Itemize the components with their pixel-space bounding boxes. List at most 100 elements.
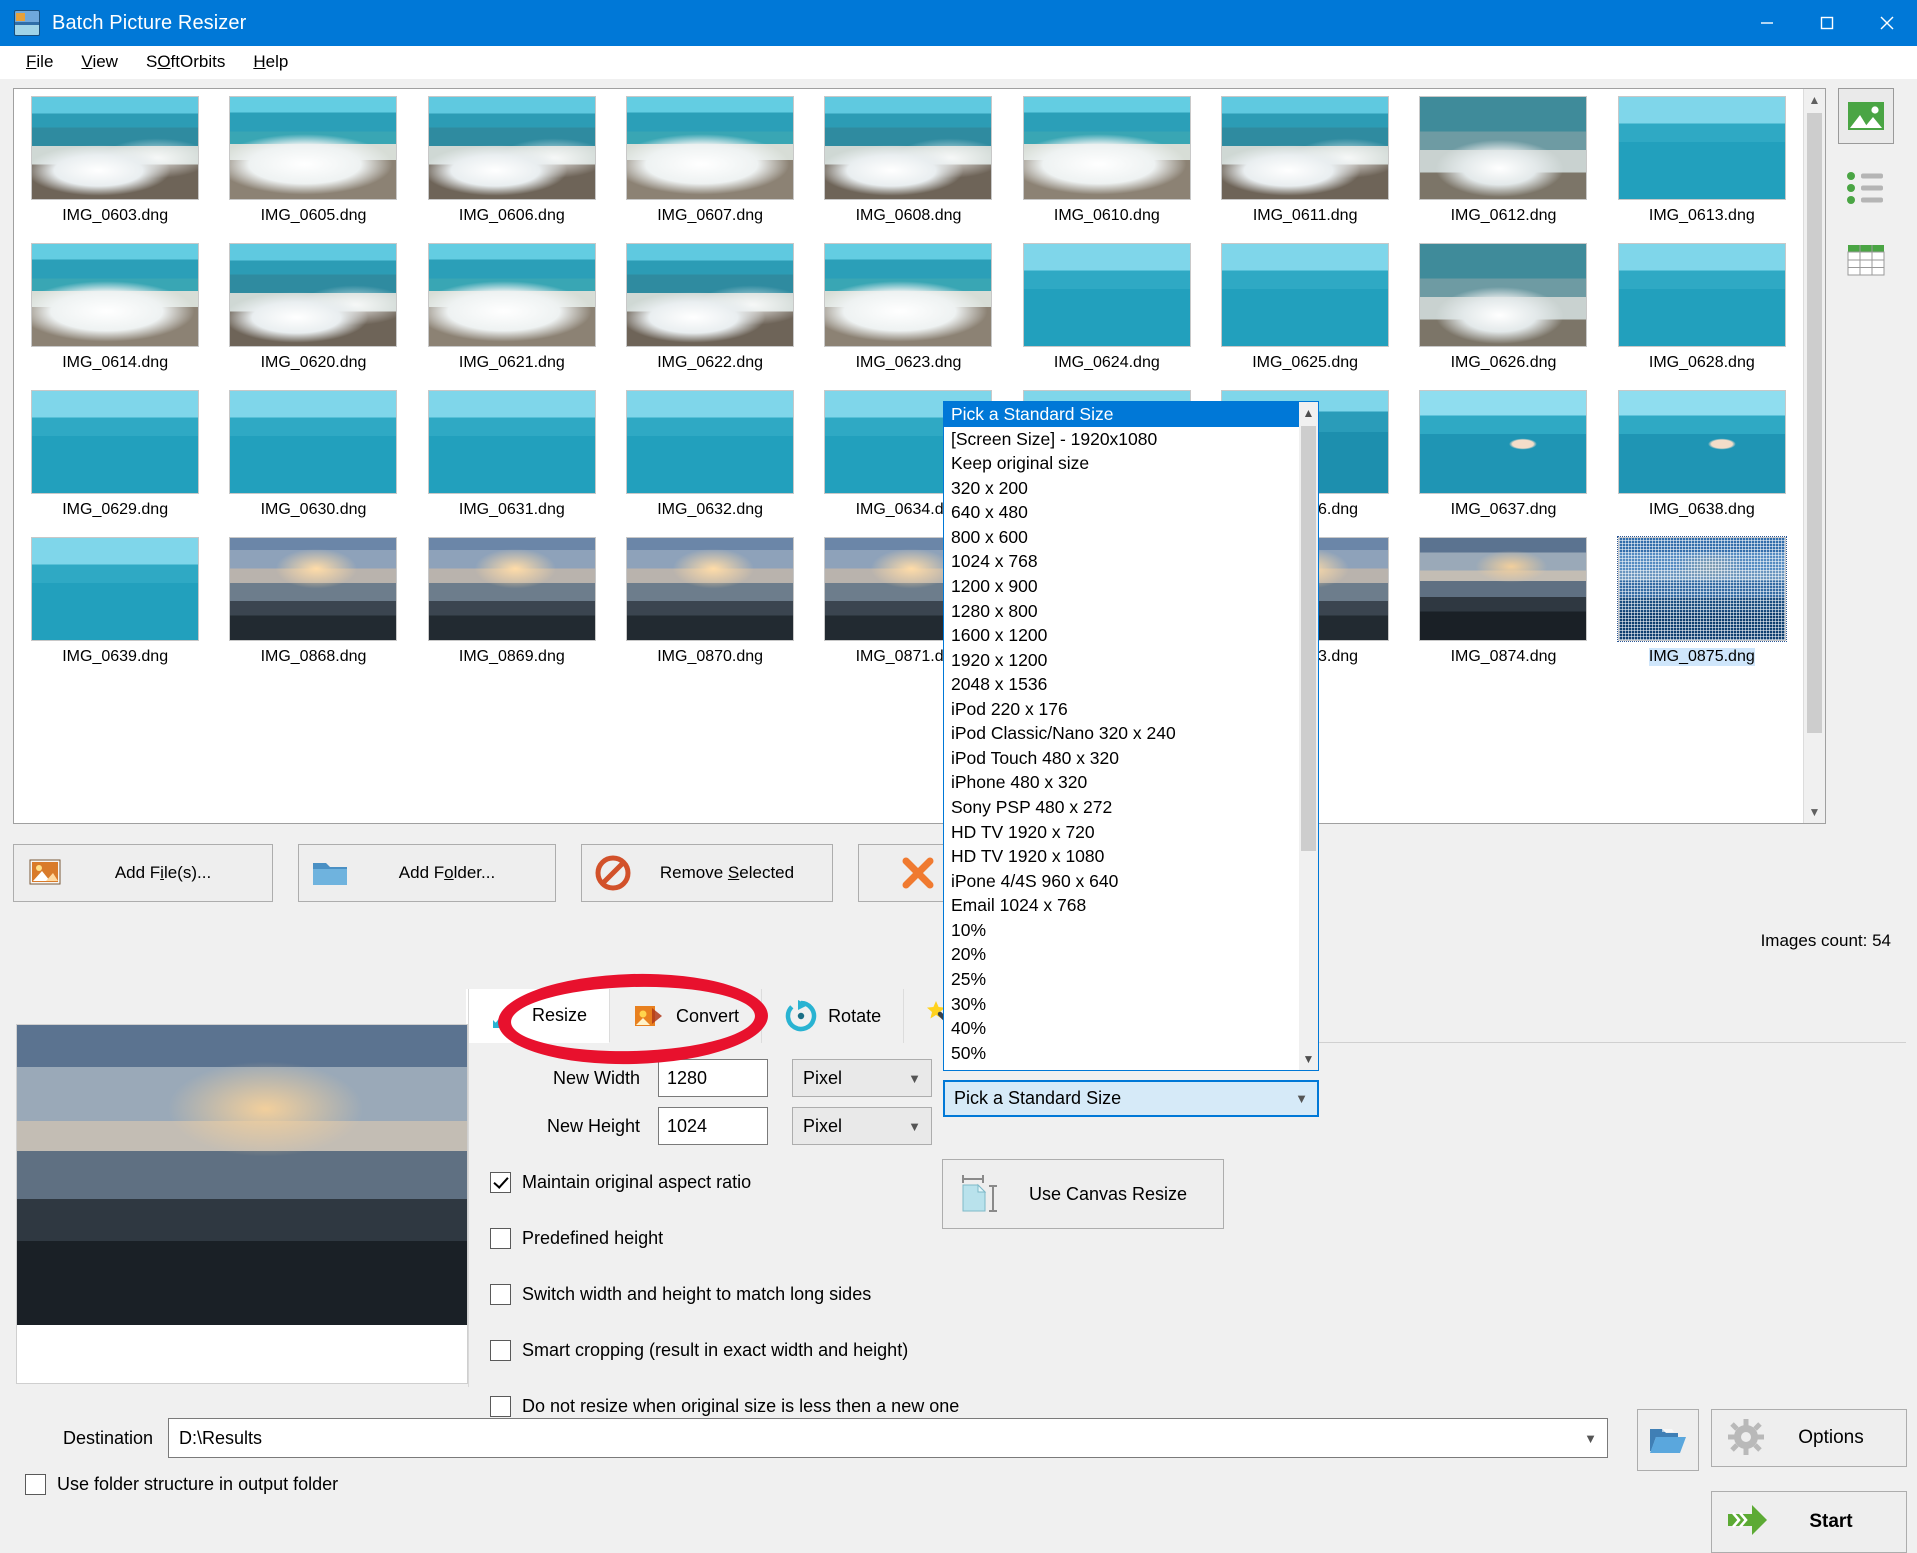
dropdown-option[interactable]: 25%	[944, 967, 1299, 992]
thumbnail-image[interactable]	[31, 96, 200, 200]
scroll-up-icon[interactable]: ▲	[1299, 402, 1318, 424]
thumbnail-item[interactable]: IMG_0625.dng	[1206, 238, 1404, 385]
thumbnail-item[interactable]: IMG_0607.dng	[611, 91, 809, 238]
thumbnail-image[interactable]	[1617, 390, 1786, 494]
maximize-button[interactable]	[1797, 0, 1857, 46]
thumbnail-item[interactable]: IMG_0614.dng	[16, 238, 214, 385]
thumbnail-item[interactable]: IMG_0622.dng	[611, 238, 809, 385]
thumbnail-image[interactable]	[229, 537, 398, 641]
new-height-unit-select[interactable]: Pixel ▼	[792, 1107, 932, 1145]
thumbnail-item[interactable]: IMG_0868.dng	[214, 532, 412, 679]
dropdown-option[interactable]: 10%	[944, 918, 1299, 943]
checkbox-switch-width-height[interactable]: Switch width and height to match long si…	[490, 1270, 1290, 1318]
menu-item-help[interactable]: Help	[239, 49, 302, 75]
thumbnail-image[interactable]	[427, 537, 596, 641]
thumbnail-item[interactable]: IMG_0638.dng	[1603, 385, 1801, 532]
dropdown-option[interactable]: iPhone 480 x 320	[944, 770, 1299, 795]
menu-item-view[interactable]: View	[67, 49, 132, 75]
thumbnail-image[interactable]	[31, 243, 200, 347]
dropdown-option[interactable]: iPone 4/4S 960 x 640	[944, 869, 1299, 894]
thumbnail-image[interactable]	[626, 96, 795, 200]
checkbox-box[interactable]	[490, 1227, 511, 1249]
thumbnail-image[interactable]	[427, 243, 596, 347]
thumbnail-item[interactable]: IMG_0869.dng	[413, 532, 611, 679]
thumbnail-image[interactable]	[626, 537, 795, 641]
thumbnail-image[interactable]	[1617, 243, 1786, 347]
thumbnail-image[interactable]	[1419, 243, 1588, 347]
menu-item-softorbits[interactable]: SOftOrbits	[132, 49, 239, 75]
thumbnail-item[interactable]: IMG_0875.dng	[1603, 532, 1801, 679]
tab-resize[interactable]: Resize	[466, 989, 611, 1043]
thumbnail-image[interactable]	[31, 537, 200, 641]
thumbnail-item[interactable]: IMG_0605.dng	[214, 91, 412, 238]
thumbnail-item[interactable]: IMG_0630.dng	[214, 385, 412, 532]
checkbox-use-folder-structure[interactable]: Use folder structure in output folder	[25, 1474, 338, 1495]
thumbnail-item[interactable]: IMG_0623.dng	[809, 238, 1007, 385]
use-canvas-resize-button[interactable]: Use Canvas Resize	[942, 1159, 1224, 1229]
thumbnail-item[interactable]: IMG_0610.dng	[1008, 91, 1206, 238]
options-button[interactable]: Options	[1711, 1409, 1907, 1467]
new-height-input[interactable]: 1024	[658, 1107, 768, 1145]
scrollbar-thumb[interactable]	[1301, 426, 1316, 851]
start-button[interactable]: Start	[1711, 1491, 1907, 1553]
thumbnail-image[interactable]	[1419, 96, 1588, 200]
scrollbar-thumb[interactable]	[1807, 113, 1822, 733]
dropdown-option[interactable]: 1200 x 900	[944, 574, 1299, 599]
thumbnail-item[interactable]: IMG_0606.dng	[413, 91, 611, 238]
thumbnail-image[interactable]	[1221, 96, 1390, 200]
dropdown-option[interactable]: 640 x 480	[944, 500, 1299, 525]
thumbnail-item[interactable]: IMG_0624.dng	[1008, 238, 1206, 385]
checkbox-box[interactable]	[25, 1474, 46, 1495]
dropdown-option[interactable]: Pick a Standard Size	[944, 402, 1299, 427]
chevron-down-icon[interactable]: ▼	[1584, 1431, 1597, 1446]
standard-size-dropdown-list[interactable]: Pick a Standard Size [Screen Size] - 1920…	[943, 401, 1319, 1071]
dropdown-scrollbar[interactable]: ▲ ▼	[1299, 402, 1318, 1070]
dropdown-option[interactable]: 1600 x 1200	[944, 623, 1299, 648]
thumbnail-image[interactable]	[1419, 390, 1588, 494]
scroll-down-icon[interactable]: ▼	[1299, 1048, 1318, 1070]
dropdown-option[interactable]: 50%	[944, 1041, 1299, 1066]
list-view-icon[interactable]	[1838, 160, 1894, 216]
thumbnail-item[interactable]: IMG_0626.dng	[1404, 238, 1602, 385]
dropdown-option[interactable]: 40%	[944, 1016, 1299, 1041]
dropdown-option[interactable]: 1920 x 1200	[944, 648, 1299, 673]
dropdown-option[interactable]: Email 1024 x 768	[944, 893, 1299, 918]
image-list-panel[interactable]: IMG_0603.dng IMG_0605.dng IMG_0606.dng IMG_…	[13, 88, 1826, 824]
checkbox-box[interactable]	[490, 1171, 511, 1193]
thumbnail-item[interactable]: IMG_0870.dng	[611, 532, 809, 679]
tab-rotate[interactable]: Rotate	[762, 989, 905, 1043]
thumbnail-image[interactable]	[1022, 96, 1191, 200]
thumbnail-item[interactable]: IMG_0639.dng	[16, 532, 214, 679]
dropdown-option[interactable]: [Screen Size] - 1920x1080	[944, 427, 1299, 452]
thumbnail-item[interactable]: IMG_0620.dng	[214, 238, 412, 385]
scroll-up-icon[interactable]: ▲	[1804, 89, 1825, 111]
thumbnail-item[interactable]: IMG_0629.dng	[16, 385, 214, 532]
menu-item-file[interactable]: File	[12, 49, 67, 75]
thumbnail-image[interactable]	[1022, 243, 1191, 347]
thumbnail-item[interactable]: IMG_0874.dng	[1404, 532, 1602, 679]
thumbnail-image[interactable]	[229, 390, 398, 494]
scroll-down-icon[interactable]: ▼	[1804, 801, 1825, 823]
thumbnail-image[interactable]	[1419, 537, 1588, 641]
thumbnail-image[interactable]	[1221, 243, 1390, 347]
add-files-button[interactable]: Add File(s)...	[13, 844, 273, 902]
thumbnail-image[interactable]	[824, 243, 993, 347]
details-view-icon[interactable]	[1838, 232, 1894, 288]
thumbnail-image[interactable]	[229, 243, 398, 347]
thumbnail-scrollbar[interactable]: ▲ ▼	[1803, 89, 1825, 823]
dropdown-option[interactable]: Sony PSP 480 x 272	[944, 795, 1299, 820]
thumbnail-item[interactable]: IMG_0612.dng	[1404, 91, 1602, 238]
checkbox-smart-cropping[interactable]: Smart cropping (result in exact width an…	[490, 1326, 1290, 1374]
dropdown-option[interactable]: 2048 x 1536	[944, 672, 1299, 697]
dropdown-option[interactable]: HD TV 1920 x 720	[944, 820, 1299, 845]
dropdown-option[interactable]: iPod 220 x 176	[944, 697, 1299, 722]
thumbnail-item[interactable]: IMG_0621.dng	[413, 238, 611, 385]
dropdown-option[interactable]: 20%	[944, 942, 1299, 967]
thumbnail-item[interactable]: IMG_0611.dng	[1206, 91, 1404, 238]
standard-size-combobox[interactable]: Pick a Standard Size ▼	[943, 1080, 1319, 1117]
thumbnail-item[interactable]: IMG_0608.dng	[809, 91, 1007, 238]
thumbnail-image[interactable]	[427, 96, 596, 200]
checkbox-box[interactable]	[490, 1283, 511, 1305]
add-folder-button[interactable]: Add Folder...	[298, 844, 556, 902]
new-width-unit-select[interactable]: Pixel ▼	[792, 1059, 932, 1097]
